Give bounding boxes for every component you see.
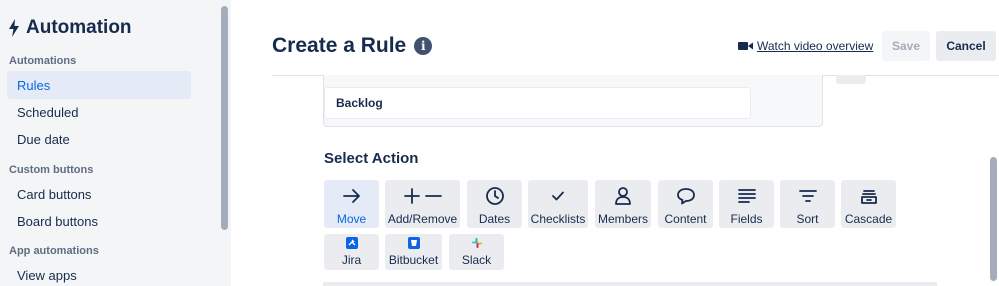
action-dates[interactable]: Dates: [467, 180, 522, 228]
section-heading-custom-buttons: Custom buttons: [9, 164, 94, 176]
action-checklists[interactable]: Checklists: [528, 180, 588, 228]
arrow-right-icon: [342, 185, 361, 207]
card-menu-button[interactable]: [836, 75, 866, 84]
action-label: Dates: [478, 212, 511, 226]
checkmark-icon: [550, 185, 566, 207]
sidebar-title: Automation: [8, 16, 132, 40]
sidebar-scrollbar[interactable]: [221, 6, 228, 230]
section-heading-app-automations: App automations: [9, 245, 99, 257]
plus-minus-icon: [403, 185, 442, 207]
sidebar-item-board-buttons[interactable]: Board buttons: [7, 207, 191, 235]
main-scrollbar[interactable]: [990, 157, 997, 281]
bitbucket-icon: [407, 237, 420, 249]
action-sort[interactable]: Sort: [780, 180, 835, 228]
action-label: Members: [597, 212, 648, 226]
action-cascade[interactable]: Cascade: [841, 180, 896, 228]
sidebar-item-due-date[interactable]: Due date: [7, 125, 191, 153]
comment-icon: [676, 185, 696, 207]
sidebar-item-view-apps[interactable]: View apps: [7, 261, 191, 286]
action-add-remove[interactable]: Add/Remove: [385, 180, 460, 228]
action-jira[interactable]: Jira: [324, 234, 379, 270]
action-content[interactable]: Content: [658, 180, 713, 228]
archive-icon: [860, 185, 878, 207]
action-label: Bitbucket: [388, 253, 439, 267]
action-fields[interactable]: Fields: [719, 180, 774, 228]
action-members[interactable]: Members: [595, 180, 651, 228]
watch-video-link[interactable]: Watch video overview: [738, 37, 873, 55]
action-label: Move: [336, 212, 367, 226]
bolt-icon: [9, 19, 19, 37]
section-heading-automations: Automations: [9, 55, 77, 67]
action-label: Checklists: [530, 212, 586, 226]
jira-icon: [345, 237, 358, 249]
action-slack[interactable]: Slack: [449, 234, 504, 270]
page-title-text: Create a Rule: [272, 34, 407, 57]
action-label: Jira: [341, 253, 362, 267]
select-action-title: Select Action: [324, 150, 419, 167]
action-label: Cascade: [844, 212, 893, 226]
sidebar-item-scheduled[interactable]: Scheduled: [7, 98, 191, 126]
person-icon: [614, 185, 632, 207]
action-label: Sort: [796, 212, 819, 226]
sidebar: Automation Automations Rules Scheduled D…: [0, 0, 231, 286]
action-bitbucket[interactable]: Bitbucket: [385, 234, 442, 270]
trigger-card: Backlog: [323, 75, 823, 127]
action-label: Slack: [461, 253, 492, 267]
page-title: Create a Rule i: [272, 32, 433, 60]
sidebar-item-card-buttons[interactable]: Card buttons: [7, 180, 191, 208]
clock-icon: [485, 185, 505, 207]
list-name-field: Backlog: [324, 87, 751, 119]
action-label: Fields: [730, 212, 763, 226]
video-camera-icon: [738, 42, 753, 50]
action-label: Add/Remove: [387, 212, 458, 226]
sort-icon: [798, 185, 817, 207]
next-section-edge: [323, 282, 937, 286]
lines-icon: [737, 185, 756, 207]
action-label: Content: [664, 212, 707, 226]
info-icon[interactable]: i: [414, 37, 433, 55]
sidebar-title-text: Automation: [26, 17, 132, 38]
action-move[interactable]: Move: [324, 180, 379, 228]
watch-video-label: Watch video overview: [757, 39, 874, 53]
slack-icon: [471, 237, 483, 249]
save-button[interactable]: Save: [882, 31, 930, 61]
cancel-button[interactable]: Cancel: [936, 31, 996, 61]
sidebar-item-rules[interactable]: Rules: [7, 71, 191, 99]
